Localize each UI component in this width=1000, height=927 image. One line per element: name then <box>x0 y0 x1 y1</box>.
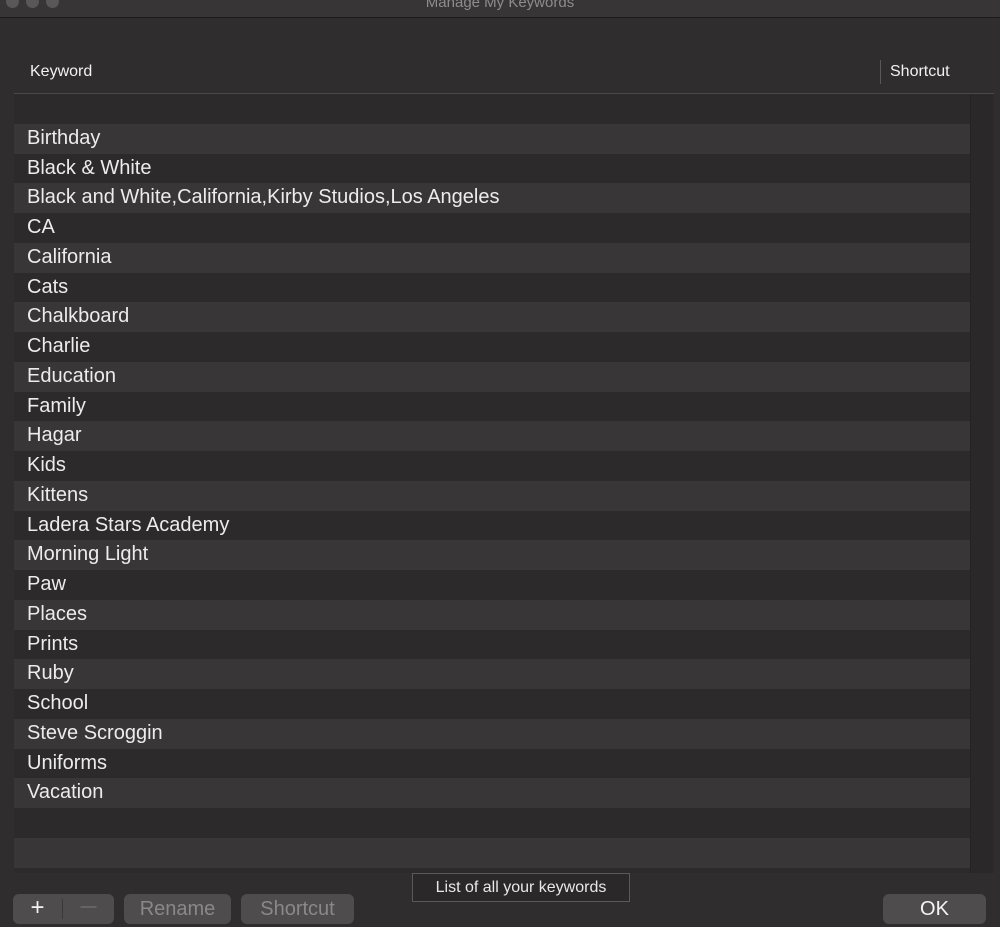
keyword-label: Ruby <box>27 662 74 685</box>
keyword-label: Kittens <box>27 483 89 506</box>
empty-row <box>14 94 970 124</box>
keyword-label: Kids <box>27 454 66 476</box>
keyword-label: Education <box>27 364 116 387</box>
keyword-row[interactable]: Charlie <box>14 332 970 362</box>
column-divider[interactable] <box>880 60 881 84</box>
vertical-scrollbar[interactable] <box>970 94 994 873</box>
keyword-row[interactable]: Kittens <box>14 480 970 511</box>
rename-button[interactable]: Rename <box>124 894 231 924</box>
keyword-label: Vacation <box>27 781 104 804</box>
column-header-keyword[interactable]: Keyword <box>30 63 92 81</box>
keyword-label: Ladera Stars Academy <box>27 513 230 536</box>
keyword-row[interactable]: School <box>14 689 970 719</box>
keyword-label: Black and White,California,Kirby Studios… <box>27 186 500 209</box>
add-remove-segmented-control: + — <box>13 894 114 924</box>
keyword-row[interactable]: Family <box>14 391 970 422</box>
keyword-row[interactable]: Vacation <box>14 778 970 808</box>
keyword-row[interactable]: Chalkboard <box>14 302 970 332</box>
keyword-label: CA <box>27 216 55 238</box>
keyword-row[interactable]: Ruby <box>14 659 970 689</box>
keyword-row[interactable]: Places <box>14 599 970 630</box>
shortcut-button[interactable]: Shortcut <box>241 894 354 924</box>
empty-row <box>14 808 970 838</box>
keyword-label: Prints <box>27 632 79 655</box>
keyword-label: Cats <box>27 275 69 298</box>
keyword-label: Uniforms <box>27 751 108 774</box>
keyword-row[interactable]: Black and White,California,Kirby Studios… <box>14 183 970 213</box>
keyword-label: Black & White <box>27 156 152 179</box>
table-header: Keyword Shortcut <box>14 50 994 94</box>
keyword-label: Chalkboard <box>27 305 130 328</box>
remove-keyword-button[interactable]: — <box>63 892 114 922</box>
keyword-row[interactable]: Prints <box>14 629 970 660</box>
keyword-label: Places <box>27 602 88 625</box>
keyword-row[interactable]: California <box>14 242 970 273</box>
keyword-row[interactable]: Paw <box>14 570 970 600</box>
keyword-row[interactable]: Morning Light <box>14 540 970 570</box>
keyword-label: Paw <box>27 573 66 595</box>
keyword-label: Morning Light <box>27 543 149 566</box>
keyword-label: Birthday <box>27 126 101 149</box>
add-keyword-button[interactable]: + <box>13 893 62 923</box>
keyword-row[interactable]: Education <box>14 361 970 392</box>
window-title: Manage My Keywords <box>425 0 575 11</box>
keyword-list: Birthday Black & White Black and White,Cal… <box>14 94 970 873</box>
empty-row <box>14 837 970 868</box>
keyword-row[interactable]: Steve Scroggin <box>14 718 970 749</box>
keyword-label: California <box>27 245 112 268</box>
column-header-shortcut[interactable]: Shortcut <box>890 63 950 81</box>
keyword-row[interactable]: Black & White <box>14 153 970 184</box>
keywords-table: Keyword Shortcut Birthday Black & White Bl… <box>14 50 994 873</box>
keyword-row[interactable]: Birthday <box>14 123 970 154</box>
keyword-label: School <box>27 692 89 714</box>
title-bar: Manage My Keywords <box>0 0 1000 18</box>
keyword-row[interactable]: CA <box>14 213 970 243</box>
keyword-label: Hagar <box>27 424 82 447</box>
keyword-label: Family <box>27 394 86 417</box>
keyword-label: Steve Scroggin <box>27 721 163 744</box>
keyword-label: Charlie <box>27 335 91 357</box>
keyword-row[interactable]: Uniforms <box>14 748 970 779</box>
keyword-row[interactable]: Cats <box>14 272 970 303</box>
keyword-row[interactable]: Kids <box>14 451 970 481</box>
keyword-row[interactable]: Ladera Stars Academy <box>14 510 970 541</box>
ok-button[interactable]: OK <box>883 894 986 924</box>
keyword-row[interactable]: Hagar <box>14 421 970 451</box>
tooltip: List of all your keywords <box>412 873 630 902</box>
